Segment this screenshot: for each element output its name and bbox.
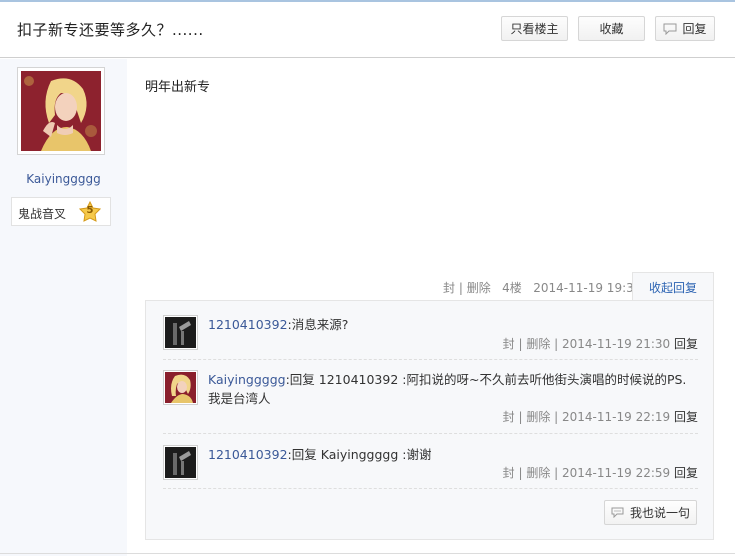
reply-reply-link[interactable]: 回复 [674,337,698,351]
reply-avatar[interactable] [163,445,198,480]
reply-text: Kaiyinggggg:回复 1210410392 :阿扣说的呀~不久前去听他街… [208,370,698,408]
author-avatar[interactable] [17,67,105,155]
post-content: 明年出新专 [145,80,211,95]
reply-seal-link[interactable]: 封 [503,466,515,480]
reply-delete-link[interactable]: 删除 [526,337,550,351]
reply-item: 1210410392:消息来源? 封 | 删除 | 2014-11-19 21:… [163,315,698,360]
reply-seal-link[interactable]: 封 [503,410,515,424]
thread-title: 扣子新专还要等多久？...... [17,21,204,39]
reply-item: 1210410392:回复 Kaiyinggggg :谢谢 封 | 删除 | 2… [163,445,698,489]
reply-delete-link[interactable]: 删除 [526,466,550,480]
reply-username[interactable]: 1210410392 [208,447,288,462]
say-something-button[interactable]: 我也说一句 [604,500,697,525]
badge-name: 鬼战音叉 [18,207,67,221]
post-meta: 封 | 删除 4楼 2014-11-19 19:38 [443,281,642,295]
post-delete-link[interactable]: 删除 [467,281,491,295]
reply-time: 2014-11-19 21:30 [562,337,671,351]
reply-reply-link[interactable]: 回复 [674,410,698,424]
reply-box: 1210410392:消息来源? 封 | 删除 | 2014-11-19 21:… [145,300,714,540]
reply-meta: 封 | 删除 | 2014-11-19 22:19 回复 [502,410,698,424]
reply-text: 1210410392:消息来源? [208,315,698,334]
speech-bubble-icon [663,23,677,35]
reply-body: :消息来源? [287,317,349,332]
reply-body: :回复 Kaiyinggggg :谢谢 [287,447,432,462]
author-name[interactable]: Kaiyinggggg [0,172,127,186]
reply-reply-link[interactable]: 回复 [674,466,698,480]
reply-meta: 封 | 删除 | 2014-11-19 22:59 回复 [502,466,698,480]
badge-level: 5 [86,205,94,216]
post-seal-link[interactable]: 封 [443,281,455,295]
say-something-label: 我也说一句 [629,506,690,520]
level-badge[interactable]: 鬼战音叉 5 [11,197,111,226]
reply-item: Kaiyinggggg:回复 1210410392 :阿扣说的呀~不久前去听他街… [163,370,698,434]
reply-text: 1210410392:回复 Kaiyinggggg :谢谢 [208,445,698,464]
reply-username[interactable]: Kaiyinggggg [208,372,286,387]
only-op-button[interactable]: 只看楼主 [501,16,568,41]
collapse-replies-tab[interactable]: 收起回复 [632,272,714,301]
reply-time: 2014-11-19 22:19 [562,410,671,424]
post-floor: 4楼 [502,281,522,295]
thread-header: 扣子新专还要等多久？...... 只看楼主 收藏 回复 [0,2,735,58]
speech-bubble-icon [611,507,624,519]
reply-meta: 封 | 删除 | 2014-11-19 21:30 回复 [502,337,698,351]
reply-delete-link[interactable]: 删除 [526,410,550,424]
author-sidebar: Kaiyinggggg 鬼战音叉 5 [0,59,127,556]
reply-username[interactable]: 1210410392 [208,317,288,332]
reply-seal-link[interactable]: 封 [503,337,515,351]
reply-button[interactable]: 回复 [655,16,715,41]
star-badge-icon: 5 [78,200,102,223]
bottom-divider [0,553,735,554]
reply-avatar[interactable] [163,315,198,350]
reply-time: 2014-11-19 22:59 [562,466,671,480]
reply-avatar[interactable] [163,370,198,405]
post-time: 2014-11-19 19:38 [533,281,642,295]
favorite-button[interactable]: 收藏 [578,16,645,41]
reply-button-label: 回复 [682,22,707,36]
